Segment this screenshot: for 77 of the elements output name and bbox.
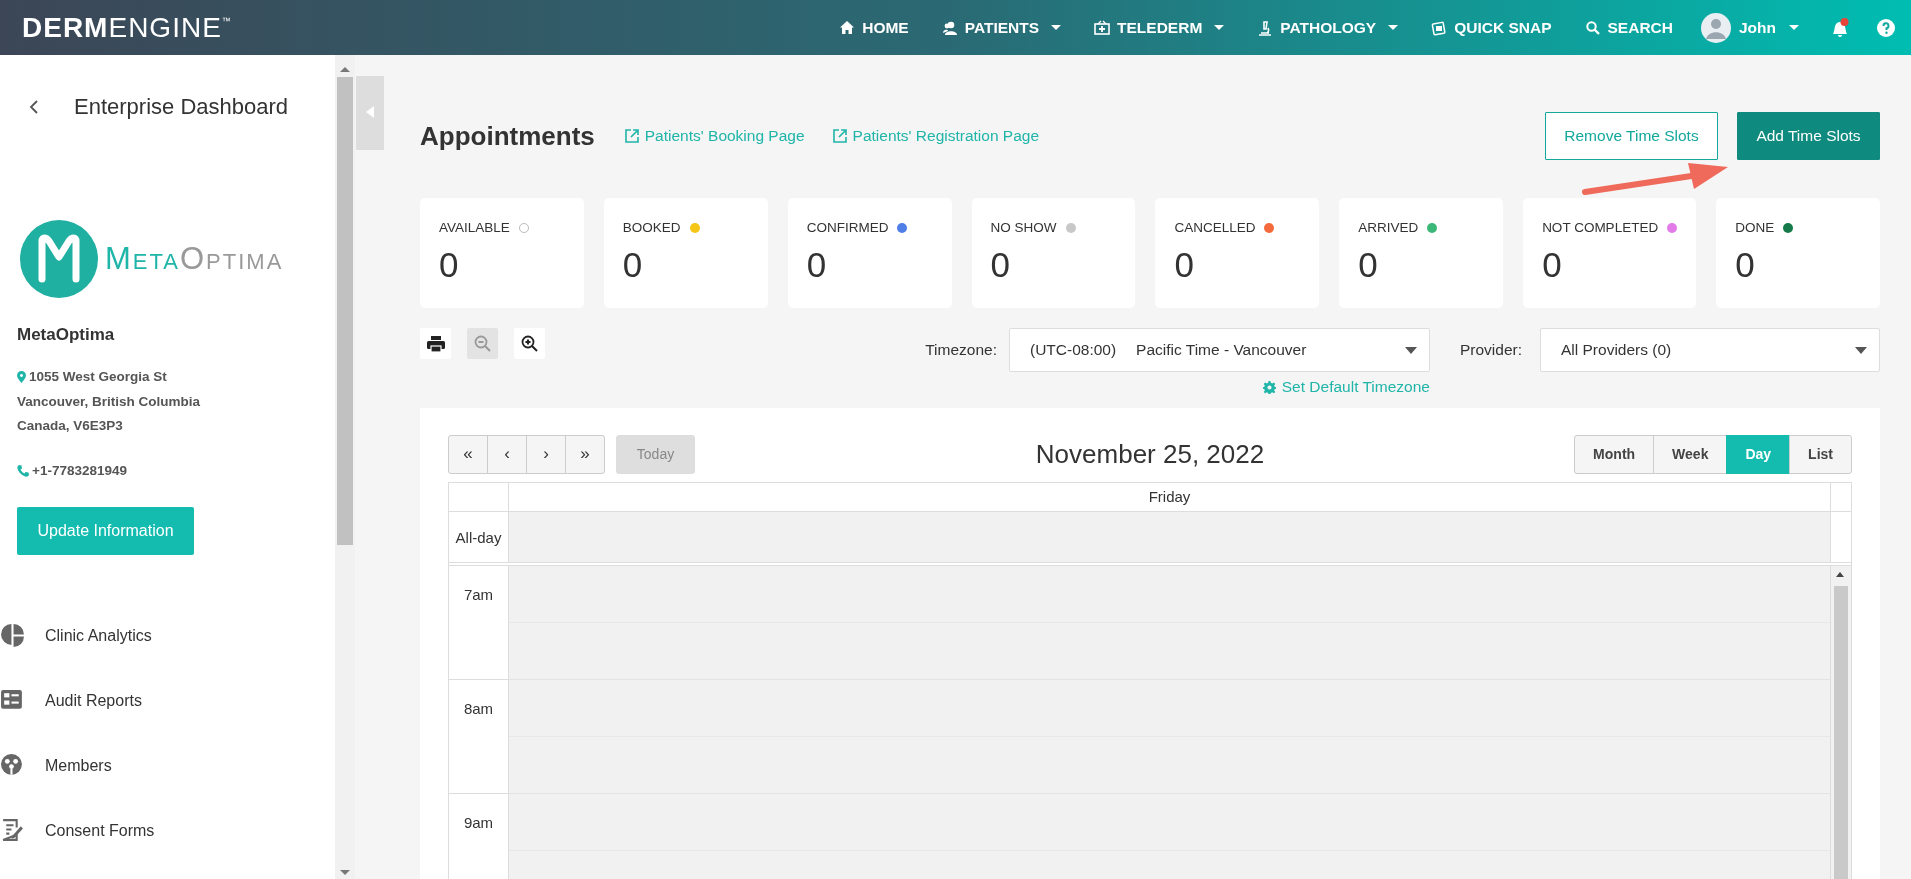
- logo-text: MetaOptima: [105, 241, 284, 277]
- monitor-plus-icon: [1094, 19, 1111, 36]
- timezone-select[interactable]: (UTC-08:00) Pacific Time - Vancouver: [1008, 328, 1430, 372]
- all-day-label: All-day: [455, 528, 502, 546]
- address-line: Vancouver, British Columbia: [17, 392, 201, 411]
- avatar-icon: [1700, 12, 1731, 43]
- phone-number: +1-7783281949: [32, 461, 127, 480]
- nav-item[interactable]: PATHOLOGY: [1257, 18, 1399, 37]
- status-label: BOOKED: [622, 220, 681, 235]
- people-icon: [941, 19, 958, 36]
- address-line: Canada, V6E3P3: [17, 417, 123, 435]
- status-label: NO SHOW: [990, 220, 1057, 235]
- help-icon[interactable]: [1877, 18, 1895, 37]
- status-label: ARRIVED: [1358, 220, 1419, 235]
- scrollbar[interactable]: [335, 55, 355, 879]
- search-icon: [1584, 19, 1601, 36]
- external-link-icon: [624, 129, 639, 143]
- view-tab[interactable]: Month: [1574, 434, 1655, 474]
- status-count: 0: [990, 245, 1012, 285]
- zoom-in-icon: [519, 333, 540, 354]
- sidebar-menu-item[interactable]: Clinic Analytics: [45, 626, 152, 645]
- status-label: CONFIRMED: [806, 220, 889, 235]
- edit-form-icon: [0, 818, 25, 843]
- sidebar-title: Enterprise Dashboard: [74, 94, 288, 120]
- printer-icon: [425, 333, 446, 354]
- print-button[interactable]: [420, 328, 451, 359]
- status-count: 0: [1174, 245, 1195, 285]
- add-button[interactable]: Add Time Slots: [1737, 112, 1880, 160]
- back-chevron-icon[interactable]: [27, 100, 41, 114]
- sidebar-menu-item[interactable]: Audit Reports: [45, 691, 142, 710]
- calendar-nav-button[interactable]: «: [448, 434, 488, 474]
- nav-item[interactable]: QUICK SNAP: [1431, 18, 1552, 37]
- zoom-in-button[interactable]: [514, 328, 545, 359]
- view-tab[interactable]: List: [1789, 434, 1852, 474]
- status-count: 0: [1735, 245, 1756, 285]
- status-count: 0: [622, 245, 644, 285]
- nav-item[interactable]: HOME: [839, 18, 909, 37]
- logo-m-icon: [19, 219, 99, 299]
- hour-label: 9am: [463, 813, 494, 831]
- settings-icon: [1262, 380, 1276, 394]
- triangle-left-icon: [366, 105, 374, 118]
- provider-select[interactable]: All Providers (0): [1540, 328, 1880, 372]
- timezone-label: Timezone:: [925, 340, 997, 360]
- microscope-icon: [1257, 19, 1274, 36]
- sidebar-menu-item[interactable]: Consent Forms: [45, 821, 155, 840]
- house-icon: [839, 19, 856, 36]
- status-count: 0: [806, 245, 828, 285]
- org-name: MetaOptima: [17, 325, 116, 345]
- status-count: 0: [1358, 245, 1379, 285]
- status-label: NOT COMPLETED: [1542, 220, 1659, 235]
- sidebar-menu-item[interactable]: Members: [45, 756, 112, 775]
- map-pin-icon: [17, 371, 26, 384]
- view-tab[interactable]: Week: [1653, 434, 1728, 474]
- external-link-icon: [832, 129, 847, 143]
- hour-label: 7am: [463, 585, 494, 603]
- hour-label: 8am: [463, 699, 494, 717]
- page-title: Appointments: [420, 120, 595, 152]
- status-count: 0: [439, 245, 460, 285]
- calendar-nav-button[interactable]: ›: [526, 434, 566, 474]
- status-count: 0: [1542, 245, 1563, 285]
- scrollbar[interactable]: [1830, 566, 1851, 879]
- calendar-date: November 25, 2022: [1035, 438, 1265, 470]
- zoom-out-icon: [472, 333, 493, 354]
- address-line: 1055 West Georgia St: [29, 368, 167, 386]
- pie-chart-icon: [0, 623, 25, 648]
- status-label: DONE: [1735, 220, 1775, 235]
- nav-item[interactable]: PATIENTS: [941, 18, 1062, 37]
- day-header: Friday: [1147, 487, 1192, 507]
- brand-logo[interactable]: DERMENGINE$^{™}$: [22, 11, 232, 44]
- phone-icon: [17, 464, 29, 477]
- calendar-nav-button[interactable]: »: [565, 434, 605, 474]
- nav-item[interactable]: TELEDERM: [1094, 18, 1225, 37]
- provider-label: Provider:: [1459, 340, 1522, 360]
- status-label: CANCELLED: [1174, 220, 1256, 235]
- status-label: AVAILABLE: [439, 220, 510, 235]
- photo-cards-icon: [1431, 19, 1448, 36]
- calendar-nav-button[interactable]: ‹: [487, 434, 527, 474]
